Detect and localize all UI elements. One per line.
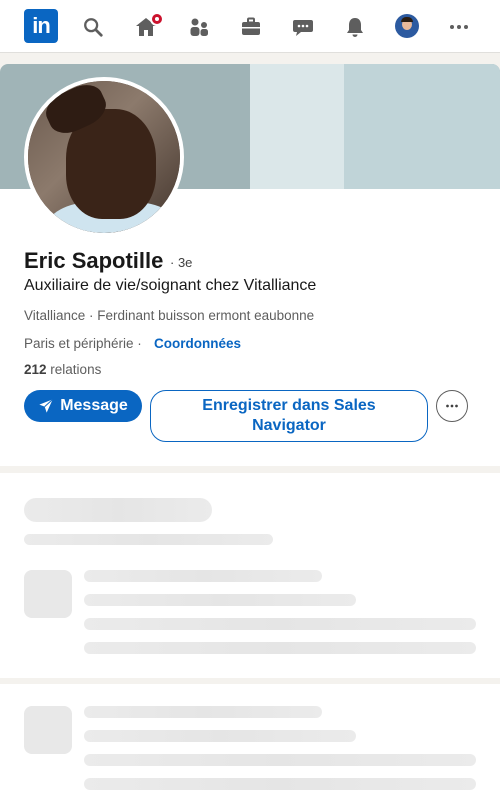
skeleton-line: [24, 534, 273, 545]
profile-card: Eric Sapotille · 3e Auxiliaire de vie/so…: [0, 64, 500, 466]
avatar[interactable]: [395, 14, 419, 38]
search-icon[interactable]: [76, 10, 110, 44]
skeleton-thumbnail: [24, 706, 72, 754]
profile-name: Eric Sapotille: [24, 248, 164, 273]
skeleton-line: [84, 618, 476, 630]
connections-label: relations: [50, 362, 102, 377]
connection-degree: · 3e: [170, 255, 193, 270]
loading-section: [0, 473, 500, 678]
message-label: Message: [60, 397, 128, 414]
network-icon[interactable]: [182, 10, 216, 44]
more-actions-button[interactable]: [436, 390, 468, 422]
more-icon: [446, 404, 458, 408]
contact-info-link[interactable]: Coordonnées: [154, 336, 241, 351]
messaging-icon[interactable]: [286, 10, 320, 44]
message-button[interactable]: Message: [24, 390, 142, 422]
jobs-icon[interactable]: [234, 10, 268, 44]
skeleton-line: [84, 642, 476, 654]
loading-section: [0, 684, 500, 800]
send-icon: [39, 398, 54, 413]
profile-headline: Auxiliaire de vie/soignant chez Vitallia…: [24, 277, 317, 294]
skeleton-line: [84, 754, 476, 766]
company-line: Vitalliance · Ferdinant buisson ermont e…: [24, 308, 315, 323]
notification-badge: [150, 12, 164, 26]
sales-navigator-label: Enregistrer dans Sales Navigator: [202, 397, 376, 434]
connections-count[interactable]: 212 relations: [24, 362, 101, 377]
connections-number: 212: [24, 362, 47, 377]
skeleton-line: [84, 730, 356, 742]
location: Paris et périphérie ·: [24, 336, 142, 351]
page: in Eric Sapotille · 3e Auxiliaire de vie…: [0, 0, 500, 800]
skeleton-line: [84, 570, 322, 582]
more-icon[interactable]: [442, 10, 476, 44]
top-nav: in: [0, 0, 500, 53]
save-sales-navigator-button[interactable]: Enregistrer dans Sales Navigator: [150, 390, 428, 442]
skeleton-line: [84, 594, 356, 606]
skeleton-line: [84, 706, 322, 718]
skeleton-heading: [24, 498, 212, 522]
skeleton-thumbnail: [24, 570, 72, 618]
profile-photo[interactable]: [24, 77, 184, 237]
linkedin-logo[interactable]: in: [24, 9, 58, 43]
skeleton-line: [84, 778, 476, 790]
notifications-icon[interactable]: [338, 10, 372, 44]
